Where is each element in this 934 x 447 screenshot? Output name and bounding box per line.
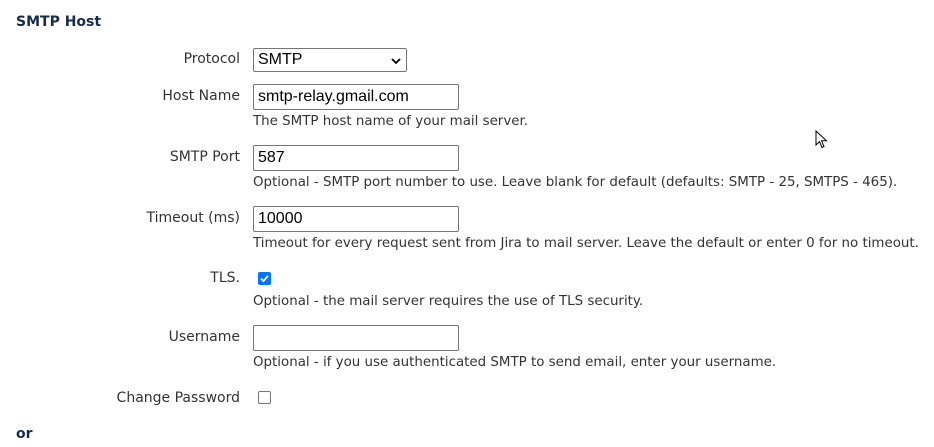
username-label: Username — [168, 329, 240, 345]
protocol-select[interactable]: SMTP — [253, 48, 407, 72]
smtp-port-description: Optional - SMTP port number to use. Leav… — [253, 175, 898, 190]
timeout-input[interactable] — [253, 206, 459, 232]
host-name-label: Host Name — [162, 88, 240, 104]
tls-description: Optional - the mail server requires the … — [253, 294, 644, 309]
chevron-down-icon — [390, 54, 402, 66]
tls-checkbox[interactable] — [258, 272, 271, 285]
checkmark-icon — [260, 275, 269, 283]
timeout-label: Timeout (ms) — [146, 210, 241, 226]
timeout-description: Timeout for every request sent from Jira… — [253, 236, 919, 251]
or-label: or — [16, 426, 33, 442]
mouse-pointer-icon — [815, 129, 829, 150]
smtp-port-label: SMTP Port — [169, 149, 240, 165]
section-title: SMTP Host — [16, 14, 102, 30]
protocol-label: Protocol — [183, 51, 240, 67]
smtp-port-input[interactable] — [253, 145, 459, 171]
host-name-input[interactable] — [253, 84, 459, 110]
tls-label: TLS. — [210, 270, 240, 286]
change-password-checkbox[interactable] — [258, 391, 271, 404]
host-name-description: The SMTP host name of your mail server. — [253, 114, 529, 129]
smtp-settings-page: SMTP Host Protocol SMTP Host Name The SM… — [0, 0, 934, 447]
protocol-selected-value: SMTP — [258, 51, 303, 68]
username-description: Optional - if you use authenticated SMTP… — [253, 355, 777, 370]
username-input[interactable] — [253, 325, 459, 351]
change-password-label: Change Password — [116, 390, 240, 406]
